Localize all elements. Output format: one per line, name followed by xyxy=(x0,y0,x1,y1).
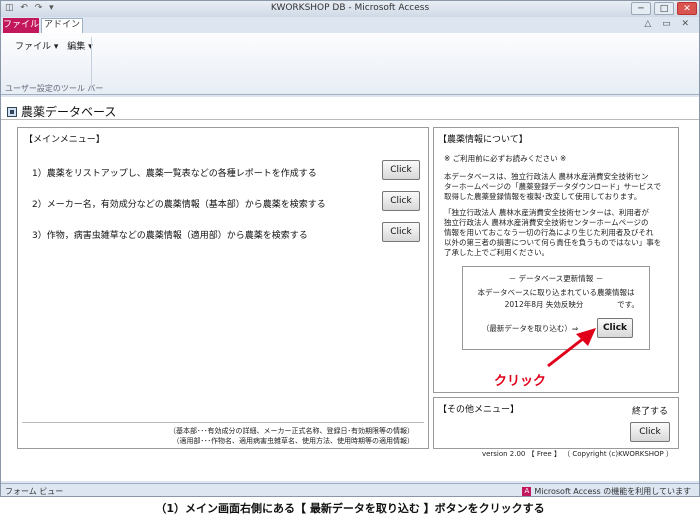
access-icon: A xyxy=(522,487,532,496)
ribbon-tabs: ファイル アドイン △ ▭ ✕ xyxy=(1,17,699,33)
update-info-box: － データベース更新情報 － 本データベースに取り込まれている農薬情報は 201… xyxy=(462,266,650,350)
click-annotation: クリック xyxy=(494,374,547,389)
status-bar: フォーム ビュー A Microsoft Access の機能を利用しています xyxy=(1,483,699,496)
maximize-button[interactable]: □ xyxy=(654,2,674,15)
version-info: version 2.00 【 Free 】 （ Copyright (c)KWO… xyxy=(481,450,673,458)
form-title-text: 農薬データベース xyxy=(21,105,117,119)
close-button[interactable]: ✕ xyxy=(677,2,697,15)
import-label: （最新データを取り込む）⇒ xyxy=(481,324,579,333)
menu-row-3-text: 3）作物，病害虫雑草などの農薬情報（適用部）から農薬を検索する xyxy=(32,231,308,241)
status-right: A Microsoft Access の機能を利用しています xyxy=(522,486,691,496)
info-panel: 【農薬情報について】 ※ ご利用前に必ずお読みください ※ 本データベースは、独… xyxy=(433,127,679,393)
other-menu-heading: 【その他メニュー】 xyxy=(438,405,520,415)
info-paragraph-1: 本データベースは、独立行政法人 農林水産消費安全技術セン ターホームページの「農薬… xyxy=(444,172,662,201)
info-heading: 【農薬情報について】 xyxy=(438,135,528,145)
ribbon-group-label: ユーザー設定のツール バー xyxy=(5,84,104,93)
tab-file[interactable]: ファイル xyxy=(3,18,39,33)
minimize-button[interactable]: ─ xyxy=(631,2,651,15)
access-window: ◫ ↶ ↷ ▾ KWORKSHOP DB - Microsoft Access … xyxy=(0,0,700,497)
apply-search-click-button[interactable]: Click xyxy=(382,222,420,242)
title-bar: ◫ ↶ ↷ ▾ KWORKSHOP DB - Microsoft Access … xyxy=(1,1,699,17)
footnote-divider xyxy=(22,422,424,423)
status-right-text: Microsoft Access の機能を利用しています xyxy=(534,487,691,496)
other-menu-panel: 【その他メニュー】 終了する Click xyxy=(433,397,679,449)
menu-row-1-text: 1）農薬をリストアップし、農薬一覧表などの各種レポートを作成する xyxy=(32,169,317,179)
main-menu-heading: 【メインメニュー】 xyxy=(24,135,105,145)
menu-file[interactable]: ファイル ▾ xyxy=(15,42,58,52)
title-divider xyxy=(1,119,699,120)
update-title: － データベース更新情報 － xyxy=(508,274,604,283)
menu-row-2-text: 2）メーカー名，有効成分などの農薬情報（基本部）から農薬を検索する xyxy=(32,200,326,210)
report-click-button[interactable]: Click xyxy=(382,160,420,180)
update-suffix: です。 xyxy=(617,300,639,309)
ribbon-controls[interactable]: △ ▭ ✕ xyxy=(644,19,693,29)
update-line: 本データベースに取り込まれている農薬情報は xyxy=(477,288,635,297)
form-area: 農薬データベース 【メインメニュー】 1）農薬をリストアップし、農薬一覧表などの… xyxy=(1,97,699,481)
form-icon xyxy=(7,106,17,117)
menu-edit[interactable]: 編集 ▾ xyxy=(67,42,92,52)
footnote-basic: （基本部･･･有効成分の詳細、メーカー正式名称、登録日･有効期限等の情報） xyxy=(169,427,414,435)
custom-toolbar-menus: ファイル ▾ 編集 ▾ xyxy=(15,39,99,52)
caption: （1）メイン画面右側にある【 最新データを取り込む 】ボタンをクリックする xyxy=(155,502,545,515)
exit-label: 終了する xyxy=(632,407,669,417)
basic-search-click-button[interactable]: Click xyxy=(382,191,420,211)
window-controls: ─ □ ✕ xyxy=(631,2,697,15)
tab-addin[interactable]: アドイン xyxy=(41,18,83,33)
footnote-apply: （適用部･･･作物名、適用病害虫雑草名、使用方法、使用時期等の適用情報） xyxy=(172,437,415,445)
ribbon-panel: ファイル ▾ 編集 ▾ ユーザー設定のツール バー xyxy=(1,33,699,95)
status-left: フォーム ビュー xyxy=(5,487,64,496)
info-paragraph-2: 「独立行政法人 農林水産消費安全技術センターは、利用者が 独立行政法人 農林水産消… xyxy=(444,208,662,257)
exit-click-button[interactable]: Click xyxy=(630,422,670,442)
info-notice: ※ ご利用前に必ずお読みください ※ xyxy=(444,154,567,163)
main-menu-panel: 【メインメニュー】 1）農薬をリストアップし、農薬一覧表などの各種レポートを作成… xyxy=(17,127,429,449)
window-title: KWORKSHOP DB - Microsoft Access xyxy=(270,3,430,13)
form-title: 農薬データベース xyxy=(7,103,116,120)
import-latest-data-button[interactable]: Click xyxy=(597,318,633,338)
